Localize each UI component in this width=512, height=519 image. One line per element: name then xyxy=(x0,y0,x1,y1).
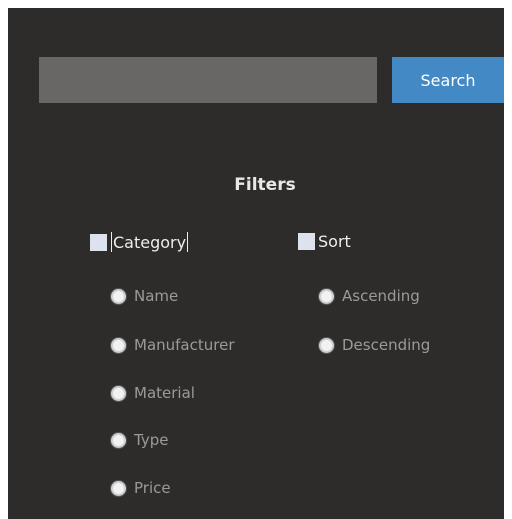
category-option-price[interactable]: Price xyxy=(111,479,171,497)
option-label: Manufacturer xyxy=(134,336,235,354)
search-button-label: Search xyxy=(420,70,476,90)
search-input[interactable] xyxy=(39,57,377,103)
category-option-material[interactable]: Material xyxy=(111,384,195,402)
option-label: Material xyxy=(134,384,195,402)
search-button[interactable]: Search xyxy=(392,57,504,103)
category-checkbox[interactable] xyxy=(90,233,107,251)
radio-button[interactable] xyxy=(319,288,334,304)
option-label: Name xyxy=(134,287,179,305)
category-label: Category xyxy=(113,232,187,252)
sort-label: Sort xyxy=(318,232,351,251)
text-cursor xyxy=(111,232,112,252)
category-option-name[interactable]: Name xyxy=(111,287,178,305)
category-option-type[interactable]: Type xyxy=(111,431,168,449)
filter-panel: Search Filters Category Sort Name Manufa… xyxy=(8,8,504,519)
option-label: Price xyxy=(134,479,171,497)
radio-button[interactable] xyxy=(111,432,126,448)
option-label: Ascending xyxy=(342,287,420,305)
radio-button[interactable] xyxy=(319,337,334,353)
sort-option-descending[interactable]: Descending xyxy=(319,336,430,354)
sort-checkbox[interactable] xyxy=(298,233,315,250)
category-filter[interactable]: Category xyxy=(90,232,189,252)
option-label: Type xyxy=(134,431,169,449)
text-cursor xyxy=(187,232,189,252)
radio-button[interactable] xyxy=(111,288,126,304)
filters-heading: Filters xyxy=(234,175,296,195)
radio-button[interactable] xyxy=(111,385,126,401)
sort-option-ascending[interactable]: Ascending xyxy=(319,287,420,305)
sort-filter[interactable]: Sort xyxy=(298,232,351,251)
radio-button[interactable] xyxy=(111,337,126,353)
option-label: Descending xyxy=(342,336,431,354)
radio-button[interactable] xyxy=(111,480,126,496)
category-option-manufacturer[interactable]: Manufacturer xyxy=(111,336,235,354)
